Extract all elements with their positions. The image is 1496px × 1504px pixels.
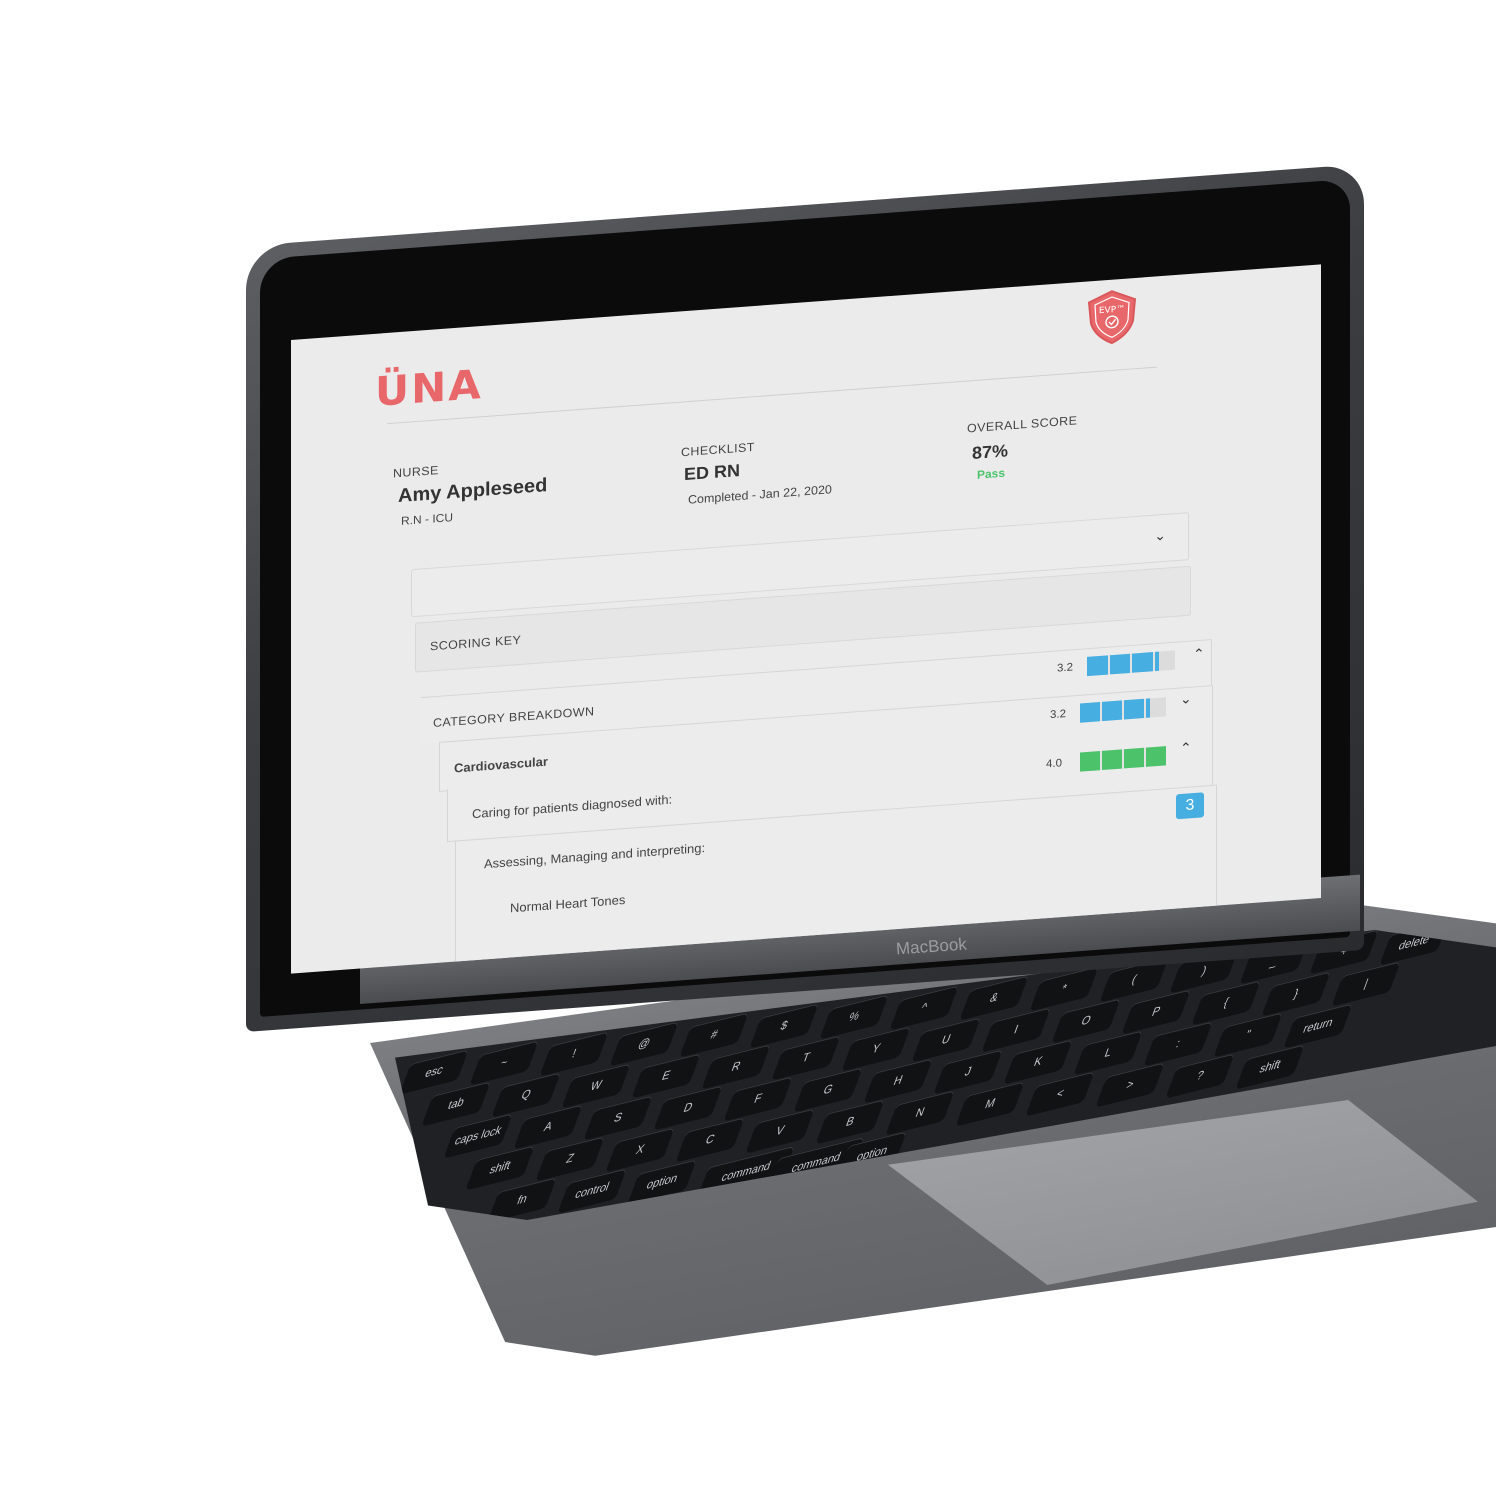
nurse-role: R.N - ICU (401, 510, 453, 528)
overall-score-label: OVERALL SCORE (967, 413, 1078, 436)
score-bar-segment (1124, 698, 1144, 720)
una-logo: ÜNA (375, 360, 483, 416)
keyboard-key: B (815, 1099, 885, 1145)
cardiovascular-label: Cardiovascular (454, 754, 548, 776)
keyboard-key: X (605, 1126, 675, 1173)
score-bar-segment (1132, 652, 1153, 673)
keyboard-key: G (793, 1067, 863, 1113)
assessing-label: Assessing, Managing and interpreting: (484, 840, 706, 872)
keyboard-key: R (701, 1044, 771, 1090)
checklist-label: CHECKLIST (681, 440, 755, 460)
keyboard-key: } (1261, 970, 1331, 1017)
keyboard-key: { (1191, 980, 1261, 1026)
keyboard-key: # (679, 1012, 749, 1058)
keyboard-key: N (885, 1090, 955, 1136)
score-bar-segment (1080, 702, 1100, 723)
laptop-mockup: esc ~! @ # $% ^ & *() _ + delete tab Q W E R T Y U I O P{} | ca… (0, 0, 1496, 1504)
score-bar-segment (1087, 655, 1108, 677)
overall-score-value: 87% (972, 440, 1009, 463)
category-score-bar (1087, 650, 1175, 677)
nurse-label: NURSE (393, 463, 439, 481)
keyboard-key: U (911, 1016, 981, 1063)
score-bar-segment (1102, 749, 1122, 771)
score-bar-segment (1109, 653, 1130, 675)
score-bar-segment (1080, 750, 1100, 772)
chevron-up-icon[interactable]: ⌃ (1193, 646, 1205, 662)
chevron-up-icon[interactable]: ⌃ (1180, 740, 1192, 756)
keyboard-key: esc (399, 1049, 469, 1095)
keyboard-key: S (583, 1094, 653, 1141)
nurse-name: Amy Appleseed (398, 474, 548, 507)
cardiovascular-score-bar (1080, 697, 1166, 723)
badge-text: EVP™ (1099, 305, 1125, 317)
keyboard-key: | (1331, 961, 1401, 1008)
assessing-score-badge: 3 (1176, 792, 1204, 820)
caring-label: Caring for patients diagnosed with: (472, 792, 673, 822)
score-bar-segment (1154, 650, 1175, 672)
keyboard-key: V (745, 1108, 815, 1154)
keyboard-key: O (1051, 998, 1121, 1044)
keyboard-key: ! (539, 1030, 609, 1077)
keyboard-key: M (955, 1080, 1025, 1127)
keyboard-key: P (1121, 989, 1191, 1035)
score-bar-segment (1102, 700, 1122, 722)
keyboard-key: C (675, 1117, 745, 1164)
keyboard-key: < (1025, 1071, 1095, 1118)
evp-shield-icon: EVP™ (1087, 290, 1137, 345)
keyboard-key: : (1143, 1021, 1213, 1067)
keyboard-key: Q (491, 1072, 561, 1118)
chevron-down-icon[interactable]: ⌄ (1180, 691, 1192, 707)
category-breakdown-label: CATEGORY BREAKDOWN (433, 704, 595, 730)
checklist-name: ED RN (684, 460, 741, 484)
keyboard-key: L (1073, 1030, 1143, 1076)
keyboard-key: tab (421, 1081, 491, 1127)
keyboard-key: shift (465, 1145, 535, 1191)
score-bar-segment (1146, 746, 1166, 767)
keyboard-key: ~ (469, 1040, 539, 1086)
checklist-status: Completed - Jan 22, 2020 (688, 482, 832, 507)
keyboard-key: F (723, 1076, 793, 1122)
keyboard-key: Y (841, 1026, 911, 1072)
cardiovascular-score: 3.2 (1050, 708, 1066, 722)
keyboard-key: > (1095, 1062, 1165, 1108)
keyboard-key: A (513, 1104, 583, 1150)
screen: ÜNA EVP™ NURSE Amy Appleseed R.N - ICU C… (291, 264, 1321, 974)
caring-score-bar (1080, 746, 1166, 772)
keyboard-key: W (561, 1062, 631, 1109)
score-bar-segment (1146, 697, 1166, 718)
scoring-key-label: SCORING KEY (430, 633, 522, 654)
keyboard-key: caps lock (443, 1113, 513, 1159)
normal-heart-tones-label: Normal Heart Tones (510, 892, 626, 916)
keyboard-key: ? (1165, 1053, 1235, 1099)
score-bar-segment (1124, 747, 1144, 769)
keyboard-key: " (1213, 1012, 1283, 1058)
category-score: 3.2 (1057, 661, 1073, 675)
caring-score: 4.0 (1046, 757, 1062, 771)
keyboard-key: T (771, 1035, 841, 1081)
keyboard-key: H (863, 1058, 933, 1104)
chevron-down-icon: ⌄ (1154, 528, 1166, 545)
pass-status: Pass (977, 466, 1006, 482)
keyboard-key: J (933, 1048, 1003, 1095)
keyboard-key: Z (535, 1136, 605, 1182)
keyboard-key: $ (749, 1003, 819, 1049)
keyboard-key: return (1283, 1002, 1353, 1049)
evaluation-app: ÜNA EVP™ NURSE Amy Appleseed R.N - ICU C… (291, 264, 1321, 973)
